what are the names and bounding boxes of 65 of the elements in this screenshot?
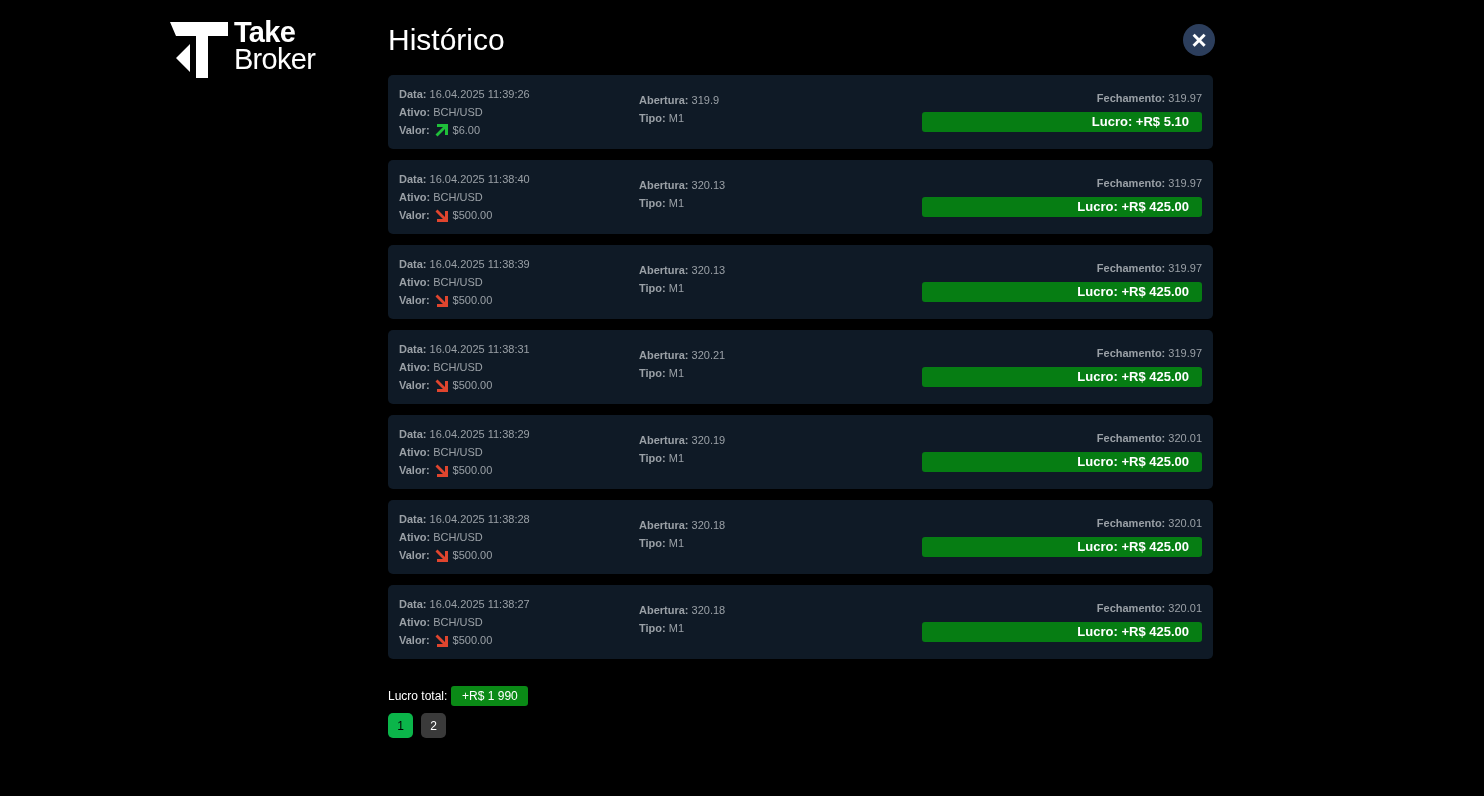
closing-price: Fechamento: 320.01 (1096, 516, 1202, 531)
trade-date: Data: 16.04.2025 11:38:28 (399, 512, 531, 527)
trade-type: Tipo: M1 (639, 366, 686, 381)
profit-bar: Lucro: +R$ 5.10 (922, 112, 1202, 132)
closing-price: Fechamento: 320.01 (1096, 431, 1202, 446)
trade-date: Data: 16.04.2025 11:38:39 (399, 257, 531, 272)
trade-value: $500.00 (452, 208, 493, 223)
trade-type: Tipo: M1 (639, 451, 686, 466)
trade-value: $500.00 (452, 463, 493, 478)
trade-asset: Ativo: BCH/USD (399, 530, 484, 545)
page-button[interactable]: 2 (421, 713, 446, 738)
closing-price: Fechamento: 319.97 (1096, 91, 1202, 106)
opening-price: Abertura: 320.19 (639, 433, 727, 448)
page-title: Histórico (388, 25, 505, 55)
trade-asset: Ativo: BCH/USD (399, 360, 484, 375)
logo-text: Broker (234, 46, 316, 73)
opening-price: Abertura: 320.21 (639, 348, 727, 363)
logo-mark-icon (170, 22, 228, 78)
profit-bar: Lucro: +R$ 425.00 (922, 197, 1202, 217)
closing-price: Fechamento: 319.97 (1096, 346, 1202, 361)
trade-value: $500.00 (452, 378, 493, 393)
profit-bar: Lucro: +R$ 425.00 (922, 452, 1202, 472)
trade-type: Tipo: M1 (639, 621, 686, 636)
trade-date: Data: 16.04.2025 11:38:29 (399, 427, 531, 442)
value-label: Valor: (399, 123, 430, 138)
trade-type: Tipo: M1 (639, 111, 686, 126)
close-button[interactable]: × (1183, 24, 1215, 56)
profit-bar: Lucro: +R$ 425.00 (922, 622, 1202, 642)
value-label: Valor: (399, 293, 430, 308)
value-label: Valor: (399, 548, 430, 563)
profit-bar: Lucro: +R$ 425.00 (922, 537, 1202, 557)
trade-type: Tipo: M1 (639, 281, 686, 296)
opening-price: Abertura: 320.18 (639, 603, 727, 618)
trade-value: $500.00 (452, 633, 493, 648)
trade-asset: Ativo: BCH/USD (399, 615, 484, 630)
value-label: Valor: (399, 208, 430, 223)
trade-asset: Ativo: BCH/USD (399, 445, 484, 460)
trade-type: Tipo: M1 (639, 536, 686, 551)
trade-date: Data: 16.04.2025 11:38:40 (399, 172, 531, 187)
trade-date: Data: 16.04.2025 11:38:31 (399, 342, 531, 357)
opening-price: Abertura: 319.9 (639, 93, 721, 108)
trade-asset: Ativo: BCH/USD (399, 105, 484, 120)
opening-price: Abertura: 320.13 (639, 178, 727, 193)
trade-value: $500.00 (452, 293, 493, 308)
trade-date: Data: 16.04.2025 11:39:26 (399, 87, 531, 102)
profit-bar: Lucro: +R$ 425.00 (922, 282, 1202, 302)
logo-text: Take (234, 19, 296, 46)
trade-value: $500.00 (452, 548, 493, 563)
trade-date: Data: 16.04.2025 11:38:27 (399, 597, 531, 612)
total-profit: +R$ 1 990 (451, 686, 529, 706)
profit-bar: Lucro: +R$ 425.00 (922, 367, 1202, 387)
value-label: Valor: (399, 463, 430, 478)
closing-price: Fechamento: 319.97 (1096, 261, 1202, 276)
closing-price: Fechamento: 320.01 (1096, 601, 1202, 616)
trade-value: $6.00 (452, 123, 481, 138)
closing-price: Fechamento: 319.97 (1096, 176, 1202, 191)
total-label: Lucro total: (388, 688, 448, 705)
opening-price: Abertura: 320.13 (639, 263, 727, 278)
trade-type: Tipo: M1 (639, 196, 686, 211)
value-label: Valor: (399, 633, 430, 648)
value-label: Valor: (399, 378, 430, 393)
opening-price: Abertura: 320.18 (639, 518, 727, 533)
trade-asset: Ativo: BCH/USD (399, 190, 484, 205)
page-button[interactable]: 1 (388, 713, 413, 738)
trade-asset: Ativo: BCH/USD (399, 275, 484, 290)
